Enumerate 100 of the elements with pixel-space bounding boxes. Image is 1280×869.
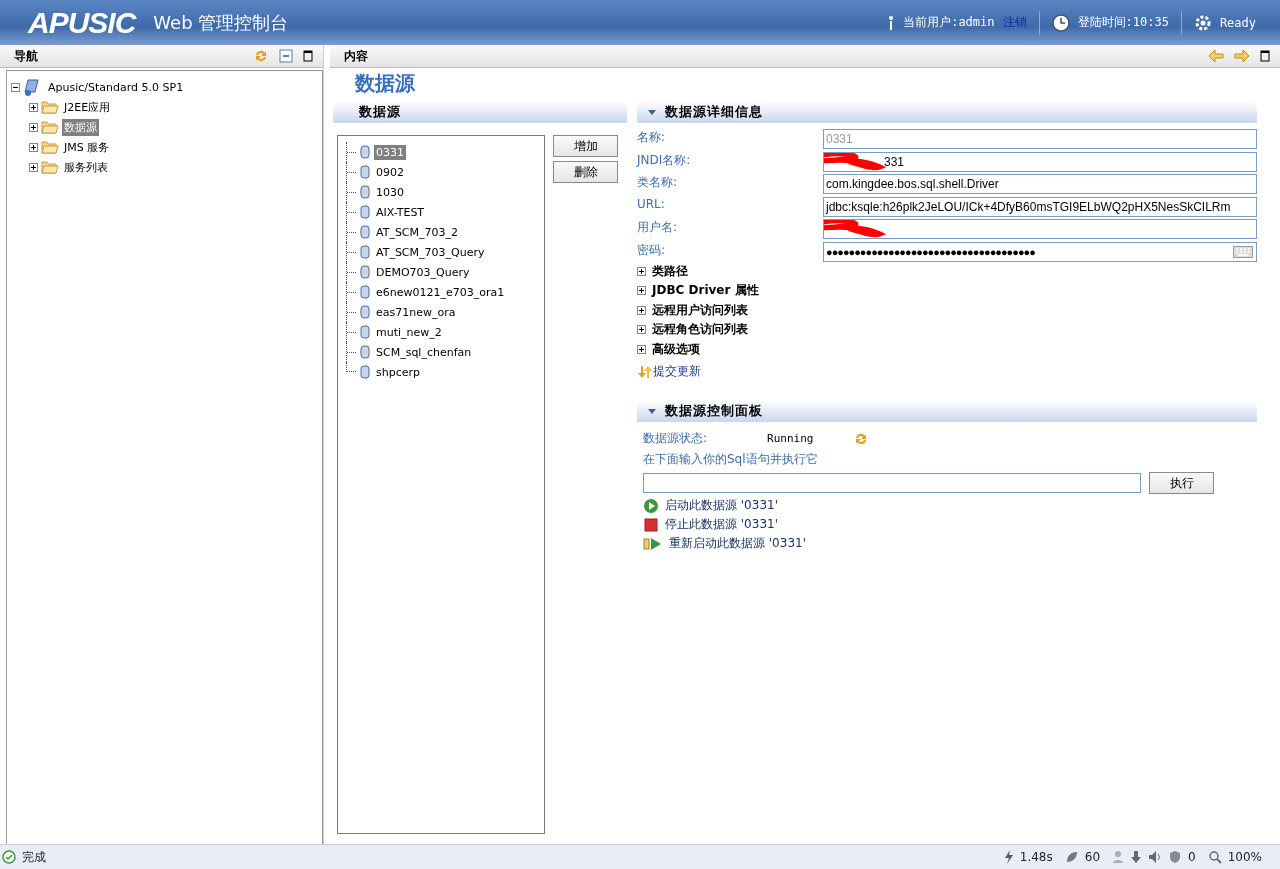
page-title: 数据源: [355, 70, 416, 97]
collapsible-section[interactable]: 远程用户访问列表: [652, 301, 748, 319]
login-time: 登陆时间:10:35: [1077, 14, 1169, 31]
input-field[interactable]: [823, 219, 1257, 239]
list-item[interactable]: SCM_sql_chenfan: [374, 344, 474, 360]
expand-toggle[interactable]: [637, 305, 646, 315]
check-icon: [2, 850, 16, 864]
expand-toggle[interactable]: [29, 122, 38, 132]
database-icon: [360, 345, 370, 359]
play-icon[interactable]: [643, 497, 659, 514]
folder-icon: [41, 160, 59, 174]
tree-item[interactable]: JMS 服务: [62, 138, 112, 156]
panel-title: 内容: [344, 47, 368, 65]
action-link[interactable]: 重新启动此数据源 '0331': [669, 535, 806, 552]
database-icon: [360, 165, 370, 179]
input-field[interactable]: com.kingdee.bos.sql.shell.Driver: [823, 174, 1257, 194]
clock-icon: [1051, 13, 1070, 32]
list-item[interactable]: eas71new_ora: [374, 304, 458, 320]
back-arrow-icon[interactable]: [1208, 49, 1224, 63]
status-message: 完成: [22, 848, 46, 866]
folder-icon: [41, 100, 59, 114]
database-icon: [360, 365, 370, 379]
arrows-icon: [637, 364, 653, 379]
status-text: Ready: [1219, 15, 1256, 30]
list-item[interactable]: DEMO703_Query: [374, 264, 472, 280]
section-title: 数据源控制面板: [665, 402, 763, 420]
list-item[interactable]: AT_SCM_703_Query: [374, 244, 487, 260]
database-icon: [360, 325, 370, 339]
stop-icon[interactable]: [643, 516, 659, 533]
expand-toggle[interactable]: [637, 266, 646, 276]
database-icon: [360, 265, 370, 279]
field-label: URL:: [637, 196, 666, 213]
sql-hint: 在下面输入你的Sql语句并执行它: [643, 451, 819, 468]
expand-toggle[interactable]: [29, 162, 38, 172]
restart-icon[interactable]: [643, 535, 663, 552]
tree-item[interactable]: 服务列表: [62, 158, 110, 176]
expand-toggle[interactable]: [29, 102, 38, 112]
list-item[interactable]: e6new0121_e703_ora1: [374, 284, 507, 300]
maximize-icon[interactable]: [303, 50, 313, 62]
load-time: 1.48s: [1019, 850, 1053, 864]
action-button[interactable]: 删除: [553, 161, 618, 183]
speaker-icon[interactable]: [1148, 850, 1163, 864]
expand-toggle[interactable]: [637, 325, 646, 335]
collapsible-section[interactable]: 远程角色访问列表: [652, 321, 748, 339]
collapsible-section[interactable]: 类路径: [652, 262, 688, 280]
input-field[interactable]: jdbc:ksqle:h26plk2JeLOU/ICk+4DfyB60msTGI9ELbWQ2pHX5NesSkCILRm: [823, 196, 1257, 217]
collapsible-section[interactable]: 高级选项: [652, 340, 700, 358]
database-icon: [360, 145, 370, 159]
zoom-icon[interactable]: [1207, 850, 1222, 864]
list-item[interactable]: muti_new_2: [374, 324, 444, 340]
database-icon: [360, 285, 370, 299]
folder-icon: [41, 120, 59, 134]
download-icon[interactable]: [1130, 850, 1143, 864]
database-icon: [360, 185, 370, 199]
shield-icon[interactable]: [1168, 850, 1183, 864]
execute-button[interactable]: 执行: [1149, 472, 1214, 494]
expand-toggle[interactable]: [637, 344, 646, 354]
zoom-level: 100%: [1227, 850, 1262, 864]
tree-item[interactable]: 数据源: [62, 118, 99, 136]
section-title: 数据源详细信息: [665, 103, 763, 121]
collapse-triangle-icon[interactable]: [647, 108, 657, 116]
maximize-icon[interactable]: [1260, 50, 1270, 62]
tree-item[interactable]: Apusic/Standard 5.0 SP1: [46, 79, 186, 95]
collapse-toggle[interactable]: [11, 82, 20, 92]
action-button[interactable]: 增加: [553, 135, 618, 157]
list-item[interactable]: AT_SCM_703_2: [374, 224, 461, 240]
collapse-triangle-icon[interactable]: [647, 407, 657, 415]
gear-icon: [1193, 13, 1212, 32]
leaf-icon: [1064, 850, 1079, 864]
list-item[interactable]: 0902: [374, 164, 406, 180]
list-item[interactable]: shpcerp: [374, 364, 422, 380]
keyboard-icon[interactable]: [1233, 245, 1253, 258]
panel-title: 导航: [14, 47, 38, 65]
section-title: 数据源: [359, 103, 401, 121]
input-field[interactable]: 331: [823, 151, 1257, 172]
field-label: 类名称:: [637, 174, 679, 191]
status-value: Running: [767, 432, 814, 445]
field-label: JNDI名称:: [637, 151, 692, 169]
lightning-icon: [1003, 850, 1014, 864]
input-field[interactable]: ●●●●●●●●●●●●●●●●●●●●●●●●●●●●●●●●●●●●●: [823, 241, 1257, 262]
collapse-icon[interactable]: [279, 49, 293, 63]
list-item[interactable]: 1030: [374, 184, 406, 200]
logo: APUSIC: [28, 5, 136, 40]
list-item[interactable]: AIX-TEST: [374, 204, 427, 220]
action-link[interactable]: 停止此数据源 '0331': [665, 516, 778, 533]
status-label: 数据源状态:: [643, 430, 708, 447]
tree-item[interactable]: J2EE应用: [62, 98, 113, 116]
action-link[interactable]: 启动此数据源 '0331': [665, 497, 778, 514]
expand-toggle[interactable]: [637, 286, 646, 296]
database-icon: [360, 305, 370, 319]
forward-arrow-icon[interactable]: [1234, 49, 1250, 63]
sql-input[interactable]: [643, 473, 1141, 493]
list-item[interactable]: 0331: [374, 144, 406, 160]
field-label: 用户名:: [637, 219, 679, 236]
current-user: 当前用户:admin: [903, 14, 995, 31]
collapsible-section[interactable]: JDBC Driver 属性: [652, 282, 759, 300]
submit-link[interactable]: 提交更新: [653, 363, 701, 380]
field-label: 名称:: [637, 129, 667, 146]
field-label: 密码:: [637, 241, 667, 259]
expand-toggle[interactable]: [29, 142, 38, 152]
